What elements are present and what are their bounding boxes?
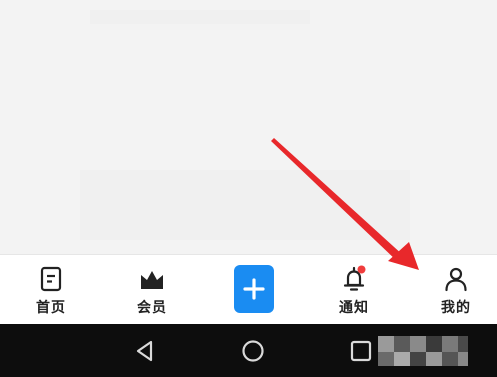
notification-dot [357,265,366,274]
bell-icon [343,265,366,291]
plus-icon [243,278,265,300]
tab-membership-label: 会员 [137,300,167,316]
content-area [0,0,497,254]
tab-profile-label: 我的 [441,300,471,316]
system-navigation-bar [0,324,497,377]
tab-notifications[interactable]: 通知 [314,255,394,325]
tab-notifications-label: 通知 [339,300,369,316]
tab-home[interactable]: 首页 [11,255,91,325]
home-icon[interactable] [241,339,265,363]
back-icon[interactable] [134,339,156,363]
tab-profile[interactable]: 我的 [416,255,496,325]
document-icon [40,266,62,292]
crown-icon [141,271,163,289]
tab-home-label: 首页 [36,300,66,316]
bottom-tab-bar: 首页 会员 通知 我的 [0,254,497,324]
recents-icon[interactable] [350,339,372,363]
tab-membership[interactable]: 会员 [112,255,192,325]
add-button[interactable] [234,265,274,313]
person-icon [445,267,467,292]
